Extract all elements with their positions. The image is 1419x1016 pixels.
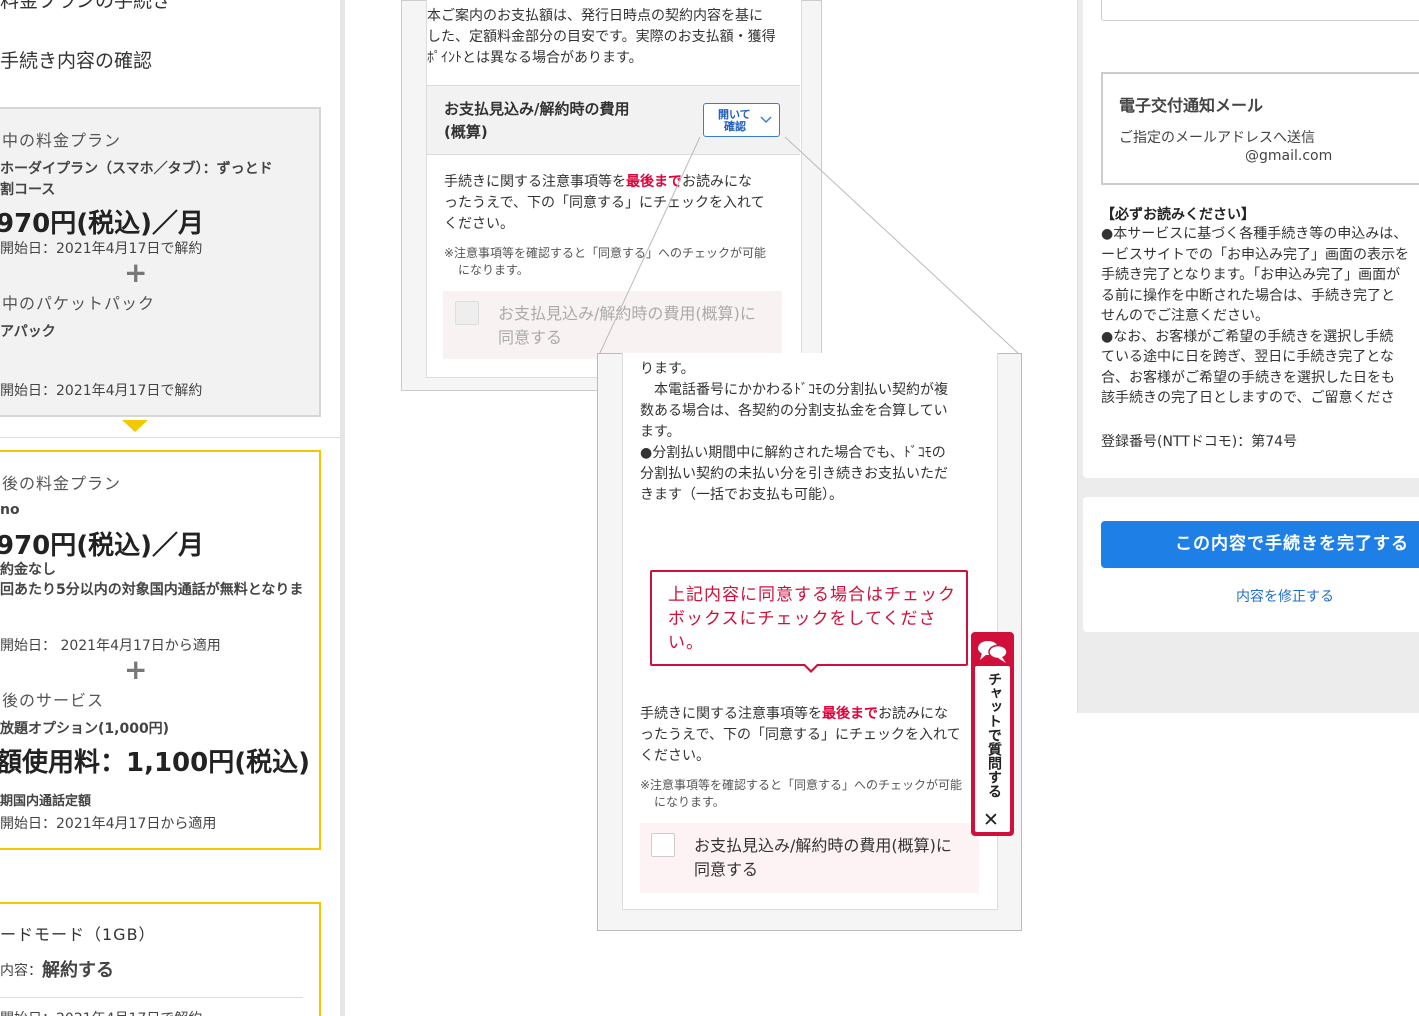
notice-text: 手続きに関する注意事項等を最後までお読みにな ったうえで、下の「同意する」にチェ… [444,174,765,232]
email-field[interactable] [1101,0,1419,21]
mode-content-label: 内容： [0,963,42,979]
current-plan-box [0,107,321,417]
new-plan-note-2: 回あたり5分以内の対象国内通話が無料となりま [0,582,304,598]
agree-checkbox[interactable] [651,833,675,857]
mode-name: ードモード（1GB） [0,925,156,944]
new-service-start: 開始日：2021年4月17日から適用 [0,816,217,832]
payment-intro: 本ご案内のお支払額は、発行日時点の契約内容を基に した、定額料金部分の目安です。… [427,8,776,66]
current-plan-name-2: 割コース [0,182,56,198]
current-plan-start: 開始日：2021年4月17日で解約 [0,241,203,257]
new-plan-name: no [0,502,20,518]
new-plan-start: 開始日： 2021年4月17日から適用 [0,638,221,654]
page-cut-title: 料金プランの手続き [0,0,172,12]
new-plan-price: 970円(税込)／月 [0,531,205,561]
current-packet-start: 開始日：2021年4月17日で解約 [0,383,203,399]
mode-start: 開始日：2021年4月17日で解約 [0,1008,202,1016]
estimate-title: お支払見込み/解約時の費用 (概算) [444,100,630,141]
arrow-down-icon [122,420,148,432]
complete-button[interactable]: この内容で手続きを完了する [1101,521,1419,568]
current-plan-name-1: ホーダイプラン（スマホ／タブ）：ずっとド [0,161,273,177]
new-service-name: 放題オプション(1,000円) [0,721,170,737]
current-packet-name: アパック [0,324,56,340]
open-confirm-button[interactable]: 開いて 確認 [703,103,780,137]
new-service-label: 後のサービス [2,691,105,710]
new-service-note: 期国内通話定額 [0,794,92,809]
mail-text: ご指定のメールアドレスへ送信 [1119,130,1315,146]
notice-small: ※注意事項等を確認すると「同意する」へのチェックが可能 になります。 [444,246,767,277]
close-icon[interactable]: ✕ [983,810,999,830]
left-column: 料金プランの手続き 手続き内容の確認 中の料金プラン ホーダイプラン（スマホ／タ… [0,0,345,1016]
mail-title: 電子交付通知メール [1119,96,1264,115]
current-plan-label: 中の料金プラン [2,131,122,150]
new-service-fee: 額使用料：1,100円(税込) [0,748,311,778]
current-plan-price: 970円(税込)／月 [0,209,205,239]
agree-tooltip-text: 上記内容に同意する場合はチェックボックスにチェックをしてください。 [668,585,956,653]
modify-link[interactable]: 内容を修正する [1236,586,1334,606]
installment-text: ります。 本電話番号にかかわるﾄﾞｺﾓの分割払い契約が複 数ある場合は、各契約の… [640,361,948,503]
new-plan-label: 後の料金プラン [2,474,122,493]
notice-text-zoom: 手続きに関する注意事項等を最後までお読みにな ったうえで、下の「同意する」にチェ… [640,706,961,764]
notice-small-zoom: ※注意事項等を確認すると「同意する」へのチェックが可能 になります。 [640,778,963,809]
plus-icon: + [124,653,148,686]
agree-label-disabled: お支払見込み/解約時の費用(概算)に 同意する [498,304,756,347]
rules-text: ●本サービスに基づく各種手続き等の申込みは、 ービスサイトでの「お申込み完了」画… [1101,226,1409,406]
chevron-down-icon [760,116,772,124]
mode-content-value: 解約する [42,960,114,981]
agree-checkbox-disabled [455,301,479,325]
new-plan-note-1: 約金なし [0,562,56,578]
plus-icon: + [124,256,148,289]
agree-label[interactable]: お支払見込み/解約時の費用(概算)に 同意する [694,834,952,882]
mail-address: @gmail.com [1245,148,1333,164]
section-title: 手続き内容の確認 [0,50,153,72]
chat-question-label: チャットで質問する [986,672,1002,798]
chat-bubble-icon [978,641,1008,663]
registration-number: 登録番号(NTTドコモ)：第74号 [1101,434,1298,450]
current-packet-label: 中のパケットパック [2,294,156,313]
must-read-heading: 【必ずお読みください】 [1101,207,1255,223]
